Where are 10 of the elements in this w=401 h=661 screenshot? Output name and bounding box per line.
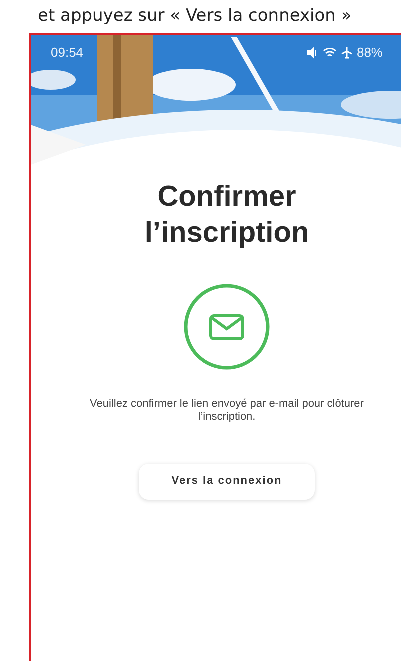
status-time: 09:54 [51,44,84,62]
caption-text: et appuyez sur « Vers la connexion » [38,6,352,26]
page-title: Confirmer l’inscription [144,180,310,250]
battery-level: 88% [356,44,383,62]
login-button[interactable]: Vers la connexion [139,464,315,500]
confirmation-message: Veuillez confirmer le lien envoyé par e-mail pour clôturer l’inscription. [89,398,365,424]
mute-icon [306,46,319,59]
airplane-icon [340,46,353,59]
envelope-icon [183,282,271,370]
wifi-icon [322,46,337,59]
